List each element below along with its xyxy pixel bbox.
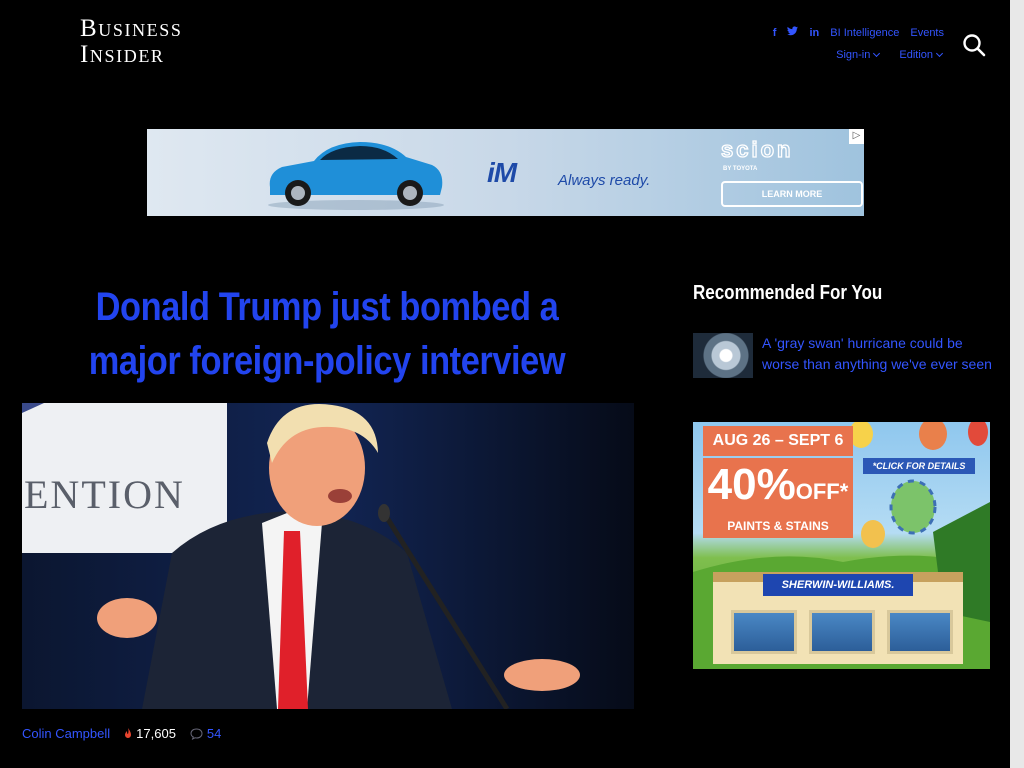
brand-logo: scion bbox=[720, 136, 794, 162]
facebook-icon[interactable]: f bbox=[773, 27, 777, 39]
search-icon[interactable] bbox=[962, 33, 986, 57]
ad-choices-icon[interactable]: ▷ bbox=[849, 129, 864, 144]
site-logo[interactable]: Business Insider bbox=[80, 16, 183, 68]
brand-sub: BY TOYOTA bbox=[723, 166, 758, 172]
account-links: Sign-in Edition bbox=[836, 49, 944, 61]
promo-products: PAINTS & STAINS bbox=[727, 519, 829, 533]
promo-percent: 40%OFF* bbox=[703, 458, 853, 519]
edition-label: Edition bbox=[899, 49, 933, 61]
page-scrollbar[interactable] bbox=[1010, 0, 1024, 768]
edition-menu[interactable]: Edition bbox=[899, 49, 944, 61]
chevron-down-icon bbox=[935, 49, 944, 58]
logo-line-2: Insider bbox=[80, 41, 165, 68]
recommended-item[interactable]: A 'gray swan' hurricane could be worse t… bbox=[693, 333, 993, 378]
store-window bbox=[887, 610, 953, 654]
recommended-title: Recommended For You bbox=[693, 282, 883, 304]
linkedin-icon[interactable]: in bbox=[809, 27, 819, 39]
store-window bbox=[731, 610, 797, 654]
banner-ad[interactable]: iM Always ready. scion BY TOYOTA LEARN M… bbox=[147, 129, 864, 216]
comment-count: 54 bbox=[206, 726, 222, 741]
article-headline[interactable]: Donald Trump just bombed a major foreign… bbox=[65, 280, 590, 388]
recommended-item-title[interactable]: A 'gray swan' hurricane could be worse t… bbox=[762, 333, 993, 378]
promo-dates: AUG 26 – SEPT 6 bbox=[703, 426, 853, 456]
promo-off: OFF* bbox=[795, 479, 849, 504]
comment-icon bbox=[190, 727, 203, 740]
promo-percent-value: 40% bbox=[707, 460, 796, 509]
view-count-value: 17,605 bbox=[136, 726, 176, 741]
chevron-down-icon bbox=[873, 49, 881, 58]
top-links: f in BI Intelligence Events bbox=[773, 26, 944, 39]
sign-in-menu[interactable]: Sign-in bbox=[836, 49, 881, 61]
model-logo: iM bbox=[487, 157, 517, 188]
store-window bbox=[809, 610, 875, 654]
click-for-details-link[interactable]: *CLICK FOR DETAILS bbox=[863, 458, 975, 474]
hero-sign-text: ENTION bbox=[24, 472, 185, 517]
bi-intelligence-link[interactable]: BI Intelligence bbox=[830, 27, 899, 39]
logo-line-1: Business bbox=[80, 15, 183, 42]
promo-box: 40%OFF* PAINTS & STAINS bbox=[703, 458, 853, 538]
author-link[interactable]: Colin Campbell bbox=[22, 726, 110, 741]
store-name: SHERWIN-WILLIAMS. bbox=[763, 574, 913, 596]
view-count: 17,605 bbox=[124, 726, 176, 741]
car-image bbox=[268, 142, 444, 210]
article-hero-image[interactable]: ENTION bbox=[22, 403, 634, 709]
hero-photo: ENTION bbox=[22, 403, 634, 709]
flame-icon bbox=[125, 727, 132, 738]
sidebar-ad[interactable]: AUG 26 – SEPT 6 40%OFF* PAINTS & STAINS … bbox=[693, 422, 990, 669]
article-byline: Colin Campbell 17,605 54 bbox=[22, 726, 221, 741]
comments-link[interactable]: 54 bbox=[190, 726, 221, 741]
twitter-icon[interactable] bbox=[787, 26, 799, 39]
learn-more-button[interactable]: LEARN MORE bbox=[721, 181, 863, 207]
ad-slogan: Always ready. bbox=[558, 172, 651, 189]
events-link[interactable]: Events bbox=[910, 27, 944, 39]
hurricane-thumbnail[interactable] bbox=[693, 333, 753, 378]
sign-in-label: Sign-in bbox=[836, 49, 871, 61]
